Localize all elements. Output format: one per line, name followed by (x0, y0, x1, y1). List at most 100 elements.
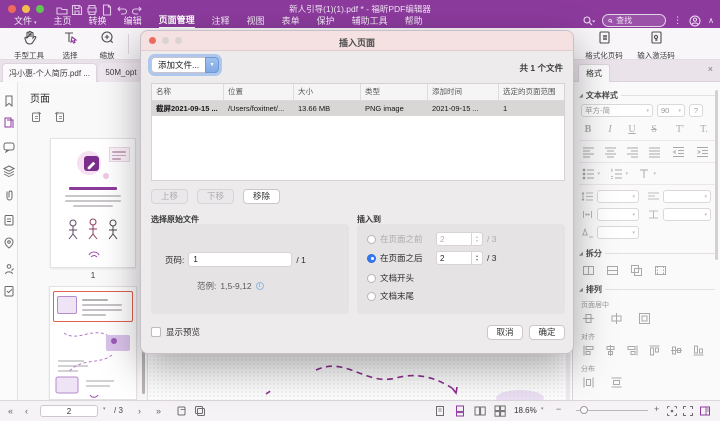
column-header-name[interactable]: 名称 (152, 84, 224, 100)
doc-start-option[interactable]: 文档开头 (367, 272, 414, 284)
char-spacing-select[interactable]: ▾ (597, 208, 639, 221)
font-size-select[interactable]: 90▾ (657, 104, 685, 117)
text-style-section-header[interactable]: ◢ 文本样式 (579, 90, 715, 101)
bullet-list-icon[interactable]: ▾ (582, 167, 595, 180)
more-options-icon[interactable]: ⋮ (673, 15, 682, 26)
underline-button[interactable]: U (625, 124, 639, 135)
doc-end-radio[interactable] (367, 292, 376, 301)
destinations-panel-icon[interactable] (3, 236, 15, 248)
column-header-location[interactable]: 位置 (224, 84, 294, 100)
pages-panel-icon[interactable] (3, 116, 15, 128)
hand-tool-button[interactable]: 手型工具 (7, 30, 51, 61)
align-center-icon[interactable] (604, 145, 617, 158)
next-view-icon[interactable] (194, 405, 206, 417)
menu-protect[interactable]: 保护 (317, 13, 335, 28)
stepper-arrows-icon[interactable]: ▴▾ (472, 251, 483, 265)
merge-cells-icon[interactable] (654, 264, 667, 277)
facing-view-icon[interactable] (474, 405, 486, 417)
subscript-button[interactable]: T. (697, 124, 711, 135)
close-panel-icon[interactable]: × (708, 64, 713, 74)
page-number-dropdown[interactable]: ▾ (103, 406, 106, 412)
fit-width-icon[interactable] (666, 405, 678, 417)
cancel-button[interactable]: 取消 (487, 325, 523, 340)
doc-end-option[interactable]: 文档末尾 (367, 290, 414, 302)
page-2-thumbnail[interactable] (49, 286, 137, 400)
page-number-box[interactable] (40, 405, 98, 417)
font-help-button[interactable]: ? (689, 104, 703, 117)
text-case-icon[interactable]: ▾ (638, 167, 651, 180)
center-both-icon[interactable] (638, 312, 651, 325)
numbered-list-icon[interactable]: ▾ (610, 167, 623, 180)
split-vertical-icon[interactable] (582, 264, 595, 277)
font-family-select[interactable]: 苹方-简▾ (581, 104, 653, 117)
rotate-page-right-icon[interactable] (54, 110, 66, 122)
align-objects-vcenter-icon[interactable] (670, 344, 683, 357)
split-horizontal-icon[interactable] (606, 264, 619, 277)
italic-button[interactable]: I (603, 124, 617, 135)
insert-before-radio[interactable] (367, 235, 376, 244)
continuous-view-icon[interactable] (454, 405, 466, 417)
distribute-horizontally-icon[interactable] (582, 376, 595, 389)
column-header-size[interactable]: 大小 (294, 84, 361, 100)
add-files-dropdown-icon[interactable]: ▼ (205, 57, 219, 73)
document-tab-2[interactable]: 50M_opt (99, 63, 143, 82)
show-preview-checkbox[interactable] (151, 327, 161, 337)
first-page-icon[interactable]: « (8, 406, 13, 416)
column-header-added-time[interactable]: 添加时间 (428, 84, 499, 100)
next-page-icon[interactable]: › (138, 406, 141, 416)
align-objects-left-icon[interactable] (582, 344, 595, 357)
collapse-toolbar-icon[interactable]: ∧ (708, 16, 714, 25)
insert-before-input[interactable] (437, 233, 471, 245)
align-justify-icon[interactable] (648, 145, 661, 158)
split-section-header[interactable]: ◢ 拆分 (579, 248, 715, 259)
page-1-thumbnail[interactable] (50, 138, 136, 268)
document-tab-active[interactable]: 冯小惠-个人简历.pdf ... (2, 63, 97, 82)
zoom-tool-button[interactable]: 缩放 ▾ (90, 30, 124, 64)
add-files-button[interactable]: 添加文件... ▼ (151, 57, 219, 73)
center-vertically-icon[interactable] (582, 312, 595, 325)
menu-home[interactable]: 主页 (54, 13, 72, 28)
rotate-page-left-icon[interactable] (30, 110, 42, 122)
insert-before-stepper[interactable]: ▴▾ (436, 232, 483, 246)
search-input[interactable] (616, 16, 660, 25)
paragraph-spacing-select[interactable]: ▾ (663, 190, 711, 203)
fullscreen-icon[interactable] (682, 405, 694, 417)
panel-toggle-icon[interactable] (699, 405, 711, 417)
align-right-icon[interactable] (626, 145, 639, 158)
stepper-arrows-icon[interactable]: ▴▾ (472, 232, 483, 246)
page-range-input[interactable] (189, 253, 291, 266)
zoom-slider-knob[interactable] (580, 406, 588, 414)
last-page-icon[interactable]: » (156, 406, 161, 416)
insert-after-option[interactable]: 在页面之后 ▴▾ / 3 (367, 251, 496, 265)
align-objects-hcenter-icon[interactable] (604, 344, 617, 357)
insert-after-radio[interactable] (367, 254, 376, 263)
increase-indent-icon[interactable] (696, 145, 709, 158)
facing-continuous-view-icon[interactable] (494, 405, 506, 417)
char-scale-select[interactable]: ▾ (663, 208, 711, 221)
show-preview-option[interactable]: 显示预览 (151, 326, 200, 338)
zoom-out-icon[interactable]: − (556, 404, 561, 414)
distribute-vertically-icon[interactable] (610, 376, 623, 389)
align-objects-top-icon[interactable] (648, 344, 661, 357)
field-validation-panel-icon[interactable] (3, 284, 15, 296)
superscript-button[interactable]: T' (673, 124, 687, 135)
zoom-in-icon[interactable]: + (654, 404, 659, 414)
center-horizontally-icon[interactable] (610, 312, 623, 325)
format-tab[interactable]: 格式 (578, 64, 610, 82)
previous-page-icon[interactable]: ‹ (25, 406, 28, 416)
ok-button[interactable]: 确定 (529, 325, 565, 340)
zoom-level-dropdown[interactable]: ▾ (541, 406, 544, 412)
attachments-panel-icon[interactable] (3, 188, 15, 200)
format-panel-scrollbar[interactable] (715, 90, 718, 260)
column-header-page-range[interactable]: 选定的页面范围 (499, 84, 564, 100)
align-left-icon[interactable] (582, 145, 595, 158)
menu-edit[interactable]: 编辑 (124, 13, 142, 28)
duplicate-cells-icon[interactable] (630, 264, 643, 277)
page-range-field[interactable] (188, 252, 292, 267)
menu-comment[interactable]: 注释 (212, 13, 230, 28)
zoom-level-label[interactable]: 18.6% (514, 406, 537, 415)
move-up-button[interactable]: 上移 (151, 189, 188, 204)
insert-after-input[interactable] (437, 252, 471, 264)
insert-after-stepper[interactable]: ▴▾ (436, 251, 483, 265)
menu-file[interactable]: 文件▾ (14, 13, 37, 28)
